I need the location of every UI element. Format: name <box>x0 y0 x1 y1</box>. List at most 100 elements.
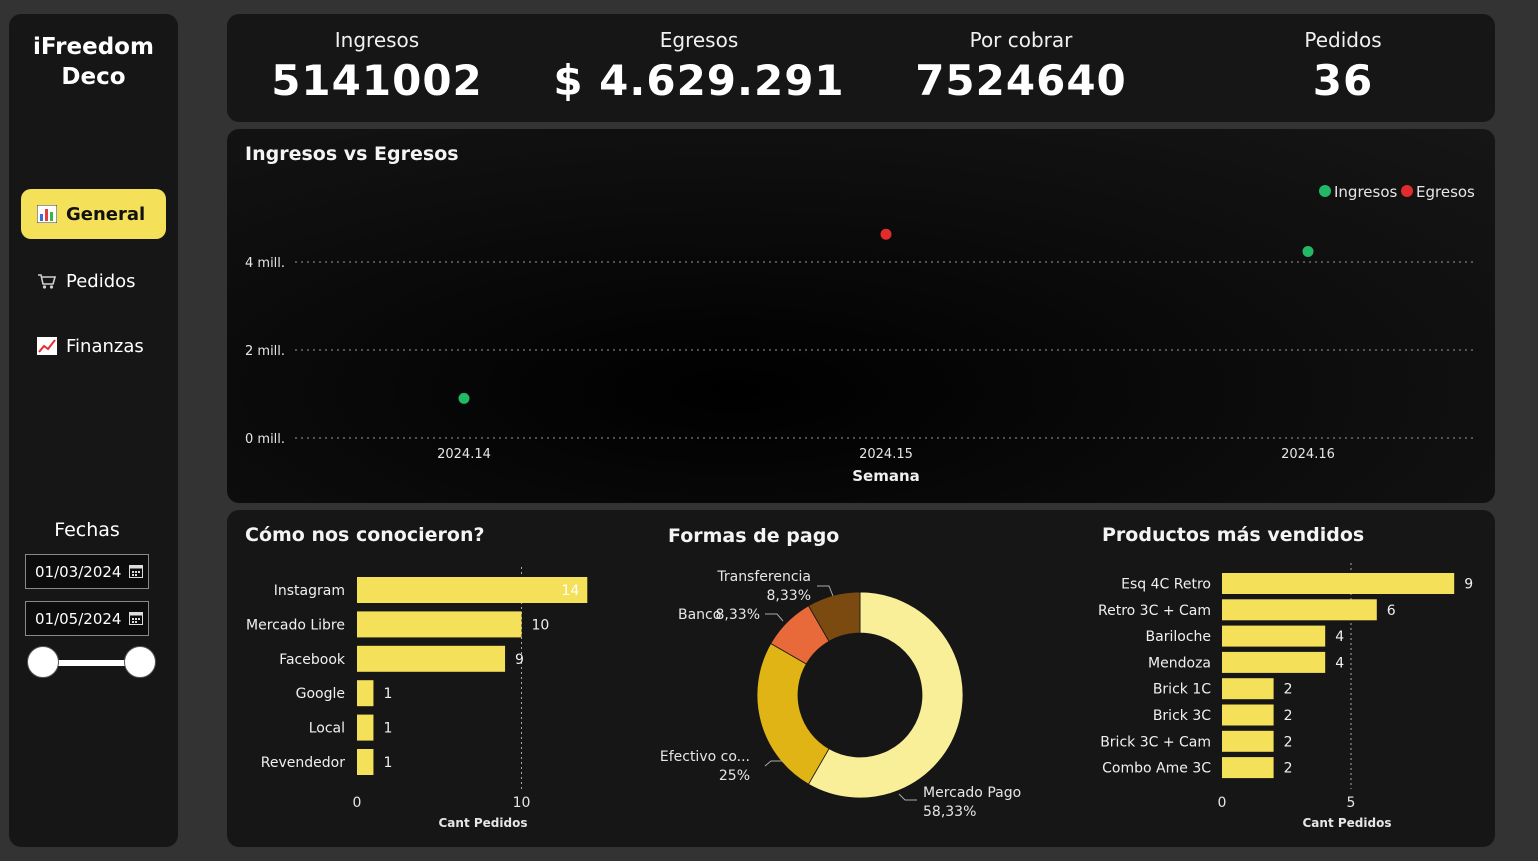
data-label: 10 <box>532 617 550 633</box>
category-label: Retro 3C + Cam <box>1098 603 1211 619</box>
slice-label: Mercado Pago <box>923 785 1021 801</box>
start-date-field[interactable]: 01/03/2024 <box>25 554 149 589</box>
x-tick-label: 2024.15 <box>859 447 913 462</box>
data-point-ingresos[interactable] <box>458 392 470 404</box>
ingresos-vs-egresos-chart: 0 mill. 2 mill. 4 mill. 2024.14 2024.15 2024.… <box>245 183 1475 485</box>
kpi-label: Pedidos <box>1304 28 1382 52</box>
date-range-slider-end-handle[interactable] <box>124 646 156 678</box>
bar[interactable] <box>1222 573 1455 594</box>
kpi-label: Por cobrar <box>969 28 1073 52</box>
category-label: Brick 3C + Cam <box>1100 734 1211 750</box>
bar[interactable] <box>1222 704 1274 726</box>
data-label: 4 <box>1335 655 1344 671</box>
bar[interactable] <box>357 749 374 775</box>
nav-label-finanzas: Finanzas <box>66 335 144 357</box>
data-label: 2 <box>1284 682 1293 698</box>
bar[interactable] <box>357 680 374 707</box>
nav-label-pedidos: Pedidos <box>66 270 136 292</box>
leader-line <box>764 760 783 767</box>
data-label: 1 <box>383 721 392 737</box>
category-label: Instagram <box>274 583 345 599</box>
y-tick-label: 0 mill. <box>245 432 285 447</box>
x-tick-label: 2024.16 <box>1281 447 1335 462</box>
bar[interactable] <box>1222 651 1326 673</box>
data-label: 14 <box>561 583 579 599</box>
x-tick-label: 0 <box>353 795 362 811</box>
kpi-label: Ingresos <box>334 28 420 52</box>
slice-percent: 8,33% <box>767 588 811 604</box>
category-label: Brick 1C <box>1153 682 1211 698</box>
y-tick-label: 2 mill. <box>245 344 285 359</box>
bar[interactable] <box>357 645 506 672</box>
bar[interactable] <box>1222 678 1274 700</box>
slice-percent: 25% <box>719 768 750 784</box>
bar[interactable] <box>357 714 374 741</box>
data-label: 9 <box>515 652 524 668</box>
bar[interactable] <box>357 577 588 603</box>
data-point-ingresos[interactable] <box>1302 245 1314 257</box>
bar-chart-icon <box>37 205 57 223</box>
sidebar: iFreedom Deco General Pedidos Finanzas F… <box>9 14 178 847</box>
category-label: Revendedor <box>261 755 345 771</box>
legend-marker <box>1401 185 1413 197</box>
kpi-por-cobrar: Por cobrar 7524640 <box>871 14 1171 105</box>
leader-line <box>817 585 834 597</box>
kpi-value: 7524640 <box>915 56 1127 105</box>
bottom-charts-panel: Cómo nos conocieron? Formas de pago Prod… <box>227 510 1495 847</box>
data-label: 1 <box>383 755 392 771</box>
leader-line <box>765 613 784 622</box>
kpi-value: 36 <box>1312 56 1374 105</box>
data-label: 2 <box>1284 708 1293 724</box>
data-label: 6 <box>1387 603 1396 619</box>
calendar-icon[interactable] <box>129 564 143 578</box>
y-tick-label: 4 mill. <box>245 256 285 271</box>
slice-percent: 58,33% <box>923 804 976 820</box>
data-label: 4 <box>1335 629 1344 645</box>
end-date-field[interactable]: 01/05/2024 <box>25 601 149 636</box>
legend-marker <box>1319 185 1331 197</box>
trend-chart-icon <box>37 337 57 355</box>
category-label: Bariloche <box>1146 629 1211 645</box>
bar[interactable] <box>1222 625 1326 647</box>
data-label: 1 <box>383 686 392 702</box>
leader-line <box>898 793 917 801</box>
bottom-charts-canvas: 0 10Cant PedidosInstagram 14Mercado Libre 1… <box>246 563 1473 830</box>
brand-name-line1: iFreedom <box>33 34 154 60</box>
bar[interactable] <box>1222 599 1377 621</box>
kpi-label: Egresos <box>659 28 739 52</box>
category-label: Esq 4C Retro <box>1121 577 1211 593</box>
start-date-value: 01/03/2024 <box>35 562 122 581</box>
date-filter-title: Fechas <box>54 519 120 541</box>
bar[interactable] <box>1222 757 1274 779</box>
data-point-egresos[interactable] <box>880 228 892 240</box>
ingresos-vs-egresos-panel: Ingresos vs Egresos 0 mill. 2 mill. 4 mill… <box>227 129 1495 503</box>
brand-name-line2: Deco <box>61 64 126 90</box>
data-label: 2 <box>1284 734 1293 750</box>
x-tick-label: 10 <box>513 795 531 811</box>
x-axis-label: Semana <box>852 467 920 485</box>
kpi-pedidos: Pedidos 36 <box>1193 14 1493 105</box>
legend-label: Ingresos <box>1334 183 1398 201</box>
category-label: Mendoza <box>1148 655 1211 671</box>
kpi-value: 5141002 <box>271 56 483 105</box>
x-tick-label: 0 <box>1218 795 1227 811</box>
slice-label: Efectivo co... <box>660 749 750 765</box>
nav-item-general[interactable]: General <box>21 189 166 239</box>
x-tick-label: 5 <box>1347 795 1356 811</box>
slice-percent: 8,33% <box>716 607 760 623</box>
calendar-icon[interactable] <box>129 611 143 625</box>
category-label: Google <box>296 686 345 702</box>
nav-item-pedidos[interactable]: Pedidos <box>21 256 166 306</box>
nav-label-general: General <box>66 203 146 225</box>
bar[interactable] <box>357 611 522 638</box>
shopping-cart-icon <box>38 274 57 289</box>
date-range-slider-start-handle[interactable] <box>27 646 59 678</box>
x-axis-label: Cant Pedidos <box>439 816 528 830</box>
nav-item-finanzas[interactable]: Finanzas <box>21 321 166 371</box>
data-label: 2 <box>1284 761 1293 777</box>
data-label: 9 <box>1464 577 1473 593</box>
kpi-egresos: Egresos $ 4.629.291 <box>549 14 849 105</box>
bar[interactable] <box>1222 730 1274 752</box>
x-tick-label: 2024.14 <box>437 447 491 462</box>
end-date-value: 01/05/2024 <box>35 609 122 628</box>
